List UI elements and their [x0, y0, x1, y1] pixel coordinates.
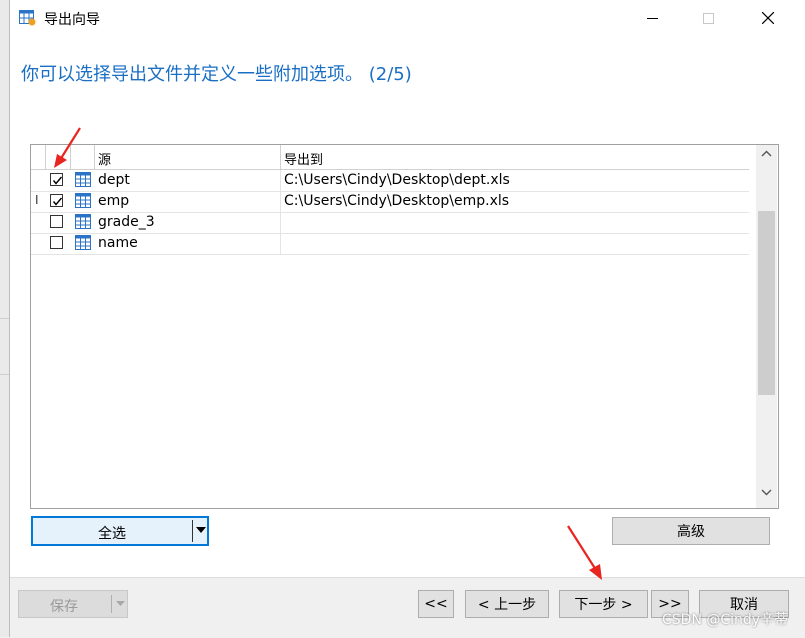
select-all-label: 全选 [98, 526, 126, 542]
row-checkbox-dept[interactable] [50, 173, 63, 186]
table-row[interactable]: dept C:\Users\Cindy\Desktop\dept.xls [31, 170, 749, 192]
column-header-source[interactable]: 源 [98, 149, 111, 168]
watermark: CSDN @Cindy辛蒂 [662, 612, 789, 628]
maximize-button [686, 4, 730, 32]
scrollbar-thumb[interactable] [758, 211, 775, 395]
column-separator [94, 145, 95, 169]
column-header-export-to[interactable]: 导出到 [284, 149, 323, 168]
annotation-arrow-icon [54, 127, 81, 168]
column-separator [45, 145, 46, 169]
dropdown-arrow-icon[interactable] [196, 527, 206, 533]
cell-separator [280, 233, 281, 254]
cell-separator [280, 170, 281, 191]
table-icon [75, 193, 91, 208]
split-separator [111, 595, 112, 613]
save-label: 保存 [50, 599, 78, 615]
first-step-button[interactable]: << [418, 590, 454, 618]
vertical-scrollbar[interactable] [756, 145, 777, 508]
source-table-name: emp [98, 193, 130, 209]
dropdown-arrow-icon [116, 601, 125, 606]
row-checkbox-emp[interactable] [50, 194, 63, 207]
row-indicator: I [35, 193, 39, 207]
save-button: 保存 [18, 590, 128, 618]
minimize-icon [646, 17, 658, 19]
export-path[interactable]: C:\Users\Cindy\Desktop\dept.xls [284, 172, 510, 188]
checkmark-icon [52, 176, 63, 185]
previous-step-button[interactable]: < 上一步 [465, 590, 549, 618]
cell-separator [280, 191, 281, 212]
annotation-arrow-icon [567, 525, 602, 580]
close-button[interactable] [746, 4, 790, 32]
split-separator [192, 520, 193, 542]
export-wizard-window: 导出向导 你可以选择导出文件并定义一些附加选项。 (2/5) 源 导出到 dep… [9, 0, 805, 638]
table-row[interactable]: grade_3 [31, 212, 749, 234]
cell-separator [280, 212, 281, 233]
export-path[interactable]: C:\Users\Cindy\Desktop\emp.xls [284, 193, 509, 209]
table-icon [75, 172, 91, 187]
column-separator [280, 145, 281, 169]
next-step-button[interactable]: 下一步 > [559, 590, 648, 618]
source-table-name: name [98, 235, 138, 251]
window-title: 导出向导 [44, 12, 100, 28]
scroll-down-icon[interactable] [761, 489, 772, 496]
table-icon [75, 235, 91, 250]
grid-header: 源 导出到 [31, 145, 749, 170]
export-table-grid: 源 导出到 dept C:\Users\Cindy\Desktop\dept.x… [30, 144, 779, 509]
select-all-button[interactable]: 全选 [31, 516, 209, 546]
table-icon [75, 214, 91, 229]
maximize-icon [702, 12, 714, 24]
table-export-icon [19, 10, 36, 26]
checkmark-icon [52, 197, 63, 206]
source-table-name: dept [98, 172, 130, 188]
row-checkbox-grade-3[interactable] [50, 215, 63, 228]
source-table-name: grade_3 [98, 214, 155, 230]
row-checkbox-name[interactable] [50, 236, 63, 249]
title-bar: 导出向导 [10, 0, 805, 36]
wizard-step-heading: 你可以选择导出文件并定义一些附加选项。 (2/5) [21, 64, 412, 85]
scroll-up-icon[interactable] [761, 150, 772, 157]
table-row[interactable]: I emp C:\Users\Cindy\Desktop\emp.xls [31, 191, 749, 213]
close-icon [762, 12, 774, 24]
table-row[interactable]: name [31, 233, 749, 255]
minimize-button[interactable] [630, 4, 674, 32]
advanced-button[interactable]: 高级 [612, 517, 770, 545]
